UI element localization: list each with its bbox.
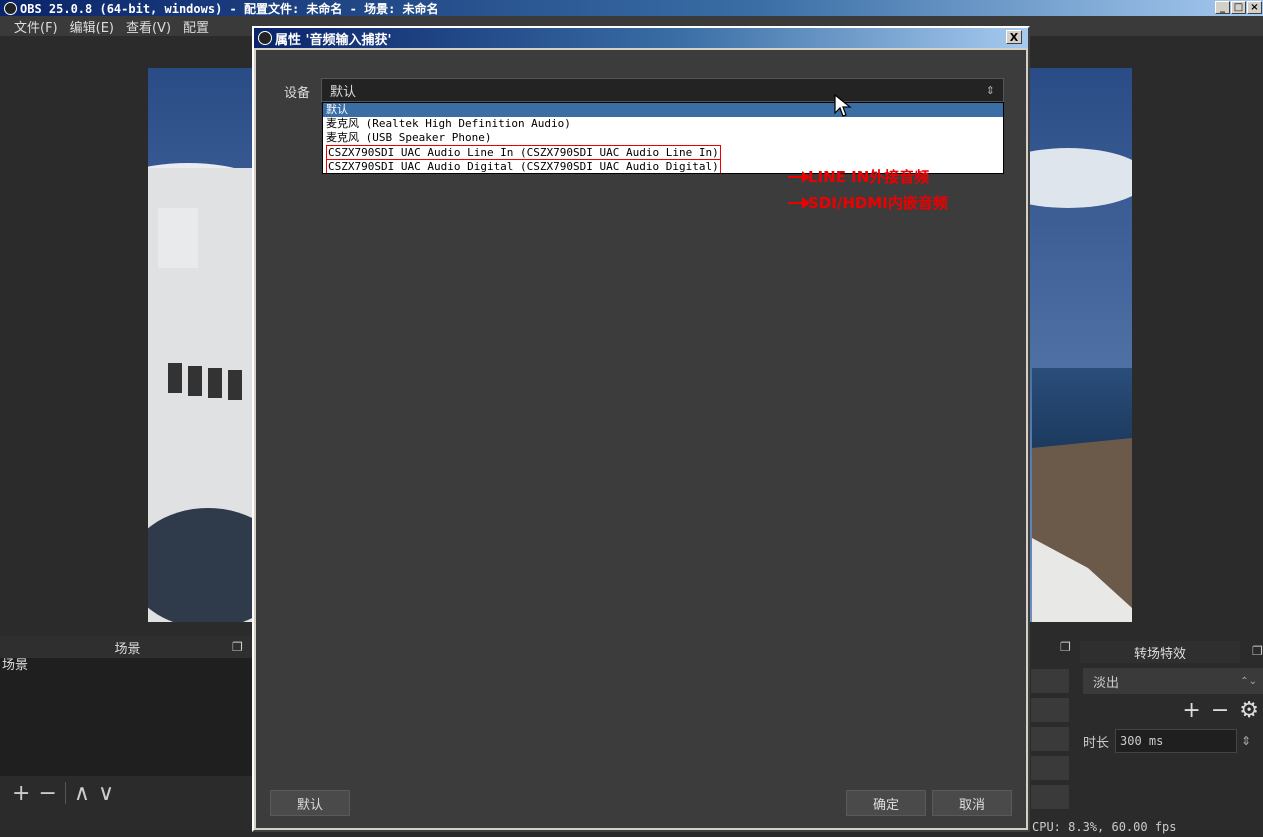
transitions-dock-title: 转场特效 — [1080, 641, 1240, 663]
close-window-button[interactable]: × — [1247, 1, 1262, 14]
maximize-button[interactable]: □ — [1231, 1, 1246, 14]
dialog-body: 设备 默认 ⇕ 默认 麦克风 (Realtek High Definition … — [256, 50, 1026, 828]
transition-select[interactable]: 淡出 ⌃⌄ — [1083, 668, 1263, 694]
scene-list-item[interactable]: 场景 — [0, 658, 255, 674]
line-in-highlight: CSZX790SDI UAC Audio Line In (CSZX790SDI… — [326, 145, 721, 159]
annotation-sdi-text: SDI/HDMI内嵌音频 — [808, 194, 948, 212]
device-label: 设备 — [284, 86, 311, 101]
transition-selected: 淡出 — [1093, 675, 1120, 691]
scenes-dock-label: 场景 — [114, 641, 141, 657]
transition-toolbar: + − ⚙ — [1160, 696, 1263, 724]
red-arrow-icon — [788, 196, 810, 209]
annotation-line-in-text: LINE IN外接音频 — [808, 168, 930, 186]
cpu-usage: CPU: 8.3%, 60.00 fps — [1032, 820, 1177, 834]
duration-spin-icon[interactable]: ⇕ — [1241, 734, 1251, 748]
cancel-button[interactable]: 取消 — [932, 790, 1012, 816]
annotation-sdi: SDI/HDMI内嵌音频 — [788, 192, 948, 213]
transitions-dock-float-icon[interactable]: ❐ — [1252, 644, 1263, 658]
add-scene-button[interactable]: + — [12, 781, 30, 806]
mixer-slot — [1030, 784, 1070, 810]
transitions-dock-label: 转场特效 — [1133, 646, 1186, 662]
minimize-button[interactable]: _ — [1215, 1, 1230, 14]
device-option-line-in[interactable]: CSZX790SDI UAC Audio Line In (CSZX790SDI… — [323, 145, 1003, 159]
chevron-updown-icon: ⇕ — [985, 83, 995, 97]
move-scene-up-button[interactable]: ∧ — [74, 781, 90, 806]
mixer-slot — [1030, 755, 1070, 781]
toolbar-separator — [64, 782, 66, 804]
mixer-slot — [1030, 697, 1070, 723]
menu-view[interactable]: 查看(V) — [126, 17, 171, 36]
obs-logo-icon — [258, 31, 272, 45]
scenes-dock-float-icon[interactable]: ❐ — [232, 640, 243, 654]
duration-input[interactable]: 300 ms — [1115, 729, 1238, 753]
obs-logo-icon — [4, 1, 17, 15]
duration-label: 时长 — [1083, 735, 1110, 751]
main-window-title: OBS 25.0.8 (64-bit, windows) - 配置文件: 未命名… — [20, 1, 439, 16]
main-title-bar: OBS 25.0.8 (64-bit, windows) - 配置文件: 未命名… — [0, 0, 1263, 16]
scene-list[interactable]: 场景 — [0, 658, 255, 776]
mixer-slot — [1030, 668, 1070, 694]
annotation-line-in: LINE IN外接音频 — [788, 166, 929, 187]
menu-edit[interactable]: 编辑(E) — [70, 17, 114, 36]
mouse-pointer-icon — [834, 94, 852, 117]
device-option-default[interactable]: 默认 — [323, 103, 1003, 117]
dialog-title: 属性 '音频输入捕获' — [275, 32, 392, 48]
ok-button[interactable]: 确定 — [846, 790, 926, 816]
add-transition-button[interactable]: + — [1182, 698, 1200, 723]
defaults-button[interactable]: 默认 — [270, 790, 350, 816]
remove-scene-button[interactable]: − — [38, 781, 56, 806]
move-scene-down-button[interactable]: ∨ — [98, 781, 114, 806]
device-option-usb[interactable]: 麦克风 (USB Speaker Phone) — [323, 131, 1003, 145]
scenes-dock-title: 场景 — [0, 636, 255, 658]
chevron-updown-icon: ⌃⌄ — [1240, 675, 1257, 687]
window-controls: _ □ × — [1214, 0, 1263, 15]
device-option-realtek[interactable]: 麦克风 (Realtek High Definition Audio) — [323, 117, 1003, 131]
scene-toolbar: + − ∧ ∨ — [0, 776, 255, 810]
device-selected: 默认 — [330, 84, 357, 100]
red-arrow-icon — [788, 170, 810, 183]
menu-file[interactable]: 文件(F) — [14, 17, 58, 36]
digital-highlight: CSZX790SDI UAC Audio Digital (CSZX790SDI… — [326, 159, 721, 173]
mixer-slots — [1030, 668, 1070, 813]
properties-dialog: 属性 '音频输入捕获' X 设备 默认 ⇕ 默认 麦克风 (Realtek Hi… — [252, 26, 1030, 832]
duration-value: 300 ms — [1120, 734, 1164, 748]
dialog-title-bar: 属性 '音频输入捕获' X — [254, 28, 1028, 48]
mixer-dock-float-icon[interactable]: ❐ — [1060, 640, 1071, 654]
gear-icon[interactable]: ⚙ — [1239, 698, 1259, 723]
menu-profile[interactable]: 配置 — [183, 17, 209, 36]
device-select[interactable]: 默认 ⇕ — [321, 78, 1004, 102]
duration-row: 时长 300 ms ⇕ — [1083, 728, 1263, 754]
remove-transition-button[interactable]: − — [1211, 698, 1229, 723]
device-dropdown-list[interactable]: 默认 麦克风 (Realtek High Definition Audio) 麦… — [322, 102, 1004, 174]
dialog-close-button[interactable]: X — [1006, 30, 1022, 44]
mixer-slot — [1030, 726, 1070, 752]
